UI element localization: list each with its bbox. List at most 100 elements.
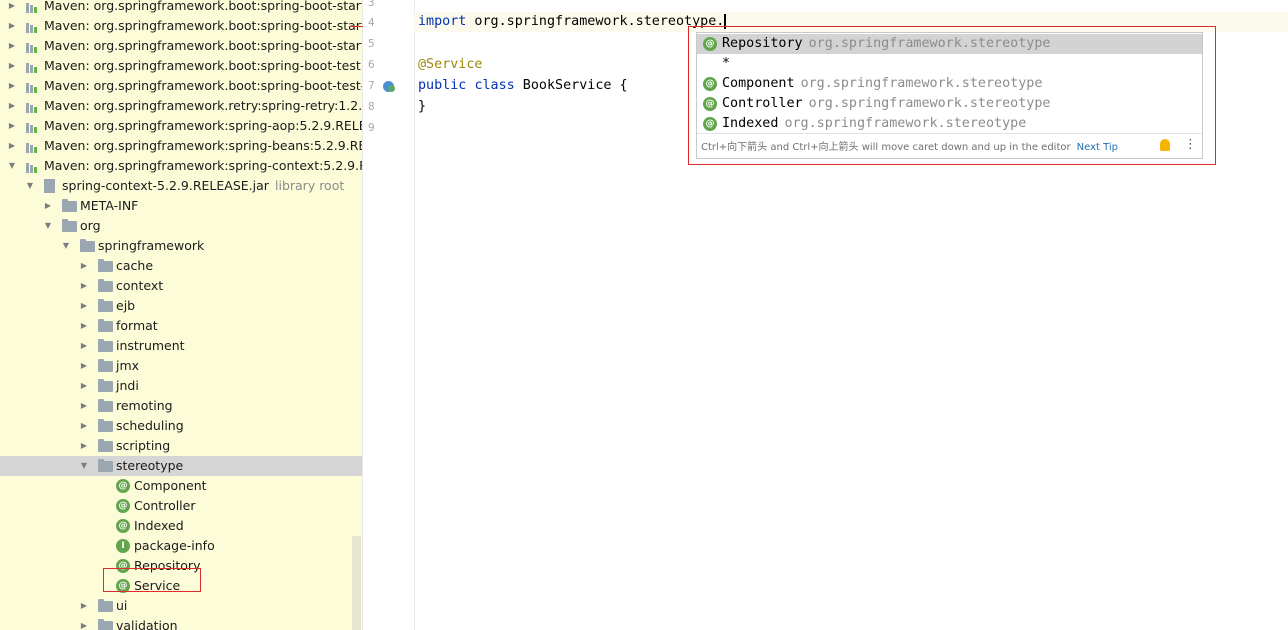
tree-node[interactable]: ▶ context (0, 276, 362, 296)
chevron-down-icon[interactable]: ▼ (24, 176, 36, 196)
highlight-line (349, 26, 363, 27)
tree-node[interactable]: ▼ spring-context-5.2.9.RELEASE.jar library… (0, 176, 362, 196)
tree-node-label: Maven: org.springframework:spring-beans:… (44, 138, 362, 153)
code-line-8[interactable]: } (418, 97, 426, 117)
chevron-right-icon[interactable]: ▶ (42, 196, 54, 216)
code-line-4[interactable]: import org.springframework.stereotype. (418, 12, 727, 32)
chevron-right-icon[interactable]: ▶ (6, 116, 18, 136)
tree-node-label: jmx (116, 358, 140, 373)
chevron-right-icon[interactable]: ▶ (78, 376, 90, 396)
tree-node-label: Component (134, 478, 207, 493)
tree-node[interactable]: ▶ Maven: org.springframework:spring-aop:5… (0, 116, 362, 136)
tree-node[interactable]: ▶ Maven: org.springframework.boot:spring-… (0, 56, 362, 76)
chevron-right-icon[interactable]: ▶ (6, 36, 18, 56)
tree-node[interactable]: ▶ scheduling (0, 416, 362, 436)
maven-library-icon (26, 60, 38, 73)
tree-node-label: Maven: org.springframework.boot:spring-b… (44, 38, 362, 53)
line-number: 7 (368, 79, 375, 92)
tree-node[interactable]: ▶ jndi (0, 376, 362, 396)
chevron-right-icon[interactable]: ▶ (78, 256, 90, 276)
chevron-right-icon[interactable]: ▶ (6, 76, 18, 96)
chevron-down-icon[interactable]: ▼ (60, 236, 72, 256)
jar-icon (44, 179, 55, 193)
bean-gutter-icon[interactable] (383, 81, 395, 92)
tree-node-label: META-INF (80, 198, 139, 213)
tree-node[interactable]: ▶ ui (0, 596, 362, 616)
chevron-down-icon[interactable]: ▼ (78, 456, 90, 476)
tree-node-label: format (116, 318, 158, 333)
code-line-6[interactable]: @Service (418, 55, 483, 75)
chevron-right-icon[interactable]: ▶ (78, 596, 90, 616)
line-number: 3 (368, 0, 375, 9)
tree-node-label: Maven: org.springframework.retry:spring-… (44, 98, 362, 113)
highlight-box-popup (688, 26, 1216, 165)
interface-icon: I (116, 539, 130, 553)
maven-library-icon (26, 20, 38, 33)
tree-node[interactable]: ▶ ejb (0, 296, 362, 316)
tree-node[interactable]: Ipackage-info (0, 536, 362, 556)
tree-node-label: ejb (116, 298, 136, 313)
tree-node[interactable]: ▶ scripting (0, 436, 362, 456)
tree-node-label: Maven: org.springframework.boot:spring-b… (44, 78, 362, 93)
class-keyword: class (474, 78, 515, 93)
tree-node[interactable]: ▼ Maven: org.springframework:spring-conte… (0, 156, 362, 176)
public-keyword: public (418, 78, 467, 93)
chevron-right-icon[interactable]: ▶ (78, 356, 90, 376)
tree-node[interactable]: ▶ Maven: org.springframework.boot:spring-… (0, 36, 362, 56)
class-declaration: BookService { (514, 78, 628, 93)
tree-node[interactable]: @ Controller (0, 496, 362, 516)
tree-node[interactable]: ▶ Maven: org.springframework.retry:spring… (0, 96, 362, 116)
tree-node-label: Indexed (134, 518, 184, 533)
chevron-right-icon[interactable]: ▶ (78, 276, 90, 296)
chevron-right-icon[interactable]: ▶ (6, 136, 18, 156)
chevron-right-icon[interactable]: ▶ (78, 436, 90, 456)
tree-node-label: Maven: org.springframework.boot:spring-b… (44, 0, 362, 13)
folder-icon (98, 419, 113, 432)
tree-node[interactable]: ▶ format (0, 316, 362, 336)
folder-icon (98, 319, 113, 332)
tree-node[interactable]: ▶ Maven: org.springframework.boot:spring-… (0, 0, 362, 16)
tree-node[interactable]: ▶ cache (0, 256, 362, 276)
tree-node-label: spring-context-5.2.9.RELEASE.jar (62, 178, 269, 193)
annotation-icon: @ (116, 519, 130, 533)
tree-node[interactable]: ▼ org (0, 216, 362, 236)
tree-node[interactable]: ▼ springframework (0, 236, 362, 256)
folder-icon (98, 359, 113, 372)
chevron-right-icon[interactable]: ▶ (6, 16, 18, 36)
chevron-right-icon[interactable]: ▶ (78, 296, 90, 316)
line-number: 5 (368, 37, 375, 50)
tree-node[interactable]: ▶ Maven: org.springframework.boot:spring-… (0, 16, 362, 36)
maven-library-icon (26, 0, 38, 13)
tree-node[interactable]: @ Indexed (0, 516, 362, 536)
tree-node[interactable]: ▶ instrument (0, 336, 362, 356)
tree-node[interactable]: ▶ Maven: org.springframework.boot:spring-… (0, 76, 362, 96)
code-line-7[interactable]: public class BookService { (418, 76, 628, 96)
folder-icon (98, 259, 113, 272)
tree-node-label: jndi (116, 378, 139, 393)
line-number: 4 (368, 16, 375, 29)
tree-node-label: Maven: org.springframework:spring-contex… (44, 158, 362, 173)
folder-icon (98, 339, 113, 352)
tree-node[interactable]: @ Component (0, 476, 362, 496)
chevron-right-icon[interactable]: ▶ (78, 616, 90, 630)
tree-node[interactable]: ▶ validation (0, 616, 362, 630)
folder-icon (98, 279, 113, 292)
chevron-right-icon[interactable]: ▶ (78, 336, 90, 356)
tree-scrollbar[interactable] (352, 536, 361, 630)
tree-node[interactable]: ▼ stereotype (0, 456, 362, 476)
chevron-right-icon[interactable]: ▶ (6, 0, 18, 16)
folder-icon (62, 199, 77, 212)
tree-node-label: scripting (116, 438, 171, 453)
chevron-right-icon[interactable]: ▶ (6, 56, 18, 76)
chevron-down-icon[interactable]: ▼ (42, 216, 54, 236)
tree-node-label: package-info (134, 538, 215, 553)
tree-node[interactable]: ▶ Maven: org.springframework:spring-beans… (0, 136, 362, 156)
tree-node[interactable]: ▶ jmx (0, 356, 362, 376)
chevron-right-icon[interactable]: ▶ (78, 316, 90, 336)
chevron-right-icon[interactable]: ▶ (78, 416, 90, 436)
chevron-right-icon[interactable]: ▶ (6, 96, 18, 116)
chevron-right-icon[interactable]: ▶ (78, 396, 90, 416)
tree-node[interactable]: ▶ remoting (0, 396, 362, 416)
tree-node[interactable]: ▶ META-INF (0, 196, 362, 216)
chevron-down-icon[interactable]: ▼ (6, 156, 18, 176)
